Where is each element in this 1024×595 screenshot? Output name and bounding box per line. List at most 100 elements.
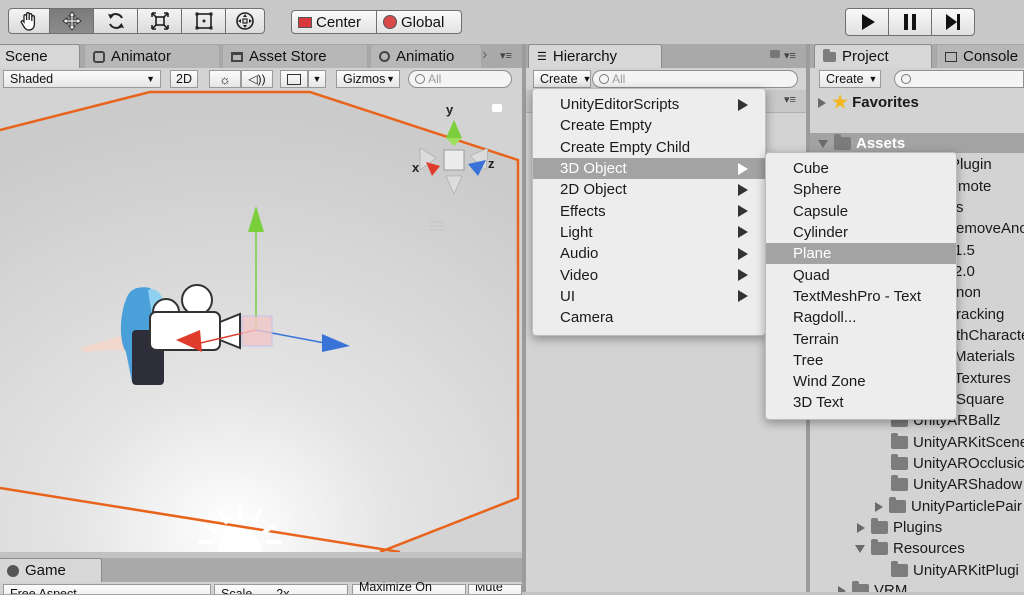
hierarchy-search-input[interactable]: All (592, 70, 798, 88)
submenu-item-plane[interactable]: Plane (766, 243, 956, 265)
assets-label: Assets (856, 135, 906, 152)
maximize-on-play-toggle[interactable]: Maximize On Play (352, 582, 466, 594)
scene-search-input[interactable]: All (408, 70, 512, 88)
project-row-partial[interactable]: emoveAnc (956, 218, 1024, 239)
project-row[interactable]: VRM (838, 580, 907, 592)
submenu-item-wind-zone[interactable]: Wind Zone (766, 371, 956, 392)
project-row[interactable]: UnityAROcclusic (891, 453, 1024, 474)
menu-item-create-empty[interactable]: Create Empty (533, 115, 765, 136)
project-control-bar: Create ▼ (810, 68, 1024, 91)
submenu-item-capsule[interactable]: Capsule (766, 201, 956, 222)
project-row-partial[interactable]: Square (956, 389, 1004, 410)
project-row-partial[interactable]: non (956, 282, 981, 303)
3d-object-submenu: Cube Sphere Capsule Cylinder Plane Quad … (765, 152, 957, 420)
move-arrows-icon (61, 11, 82, 31)
submenu-item-tree[interactable]: Tree (766, 350, 956, 371)
gizmo-z-label: z (488, 156, 495, 171)
rect-tool-button[interactable] (181, 8, 226, 34)
project-row[interactable]: UnityARKitPlugi (891, 560, 1019, 581)
expand-arrow-icon[interactable] (857, 522, 865, 533)
project-row-partial[interactable]: s (956, 197, 964, 218)
tab-console[interactable]: Console (936, 44, 1024, 68)
hierarchy-create-button[interactable]: Create ▼ (533, 70, 591, 88)
tab-animator[interactable]: Animator (84, 44, 220, 68)
panel-menu-icon[interactable]: ▾≡ (500, 49, 512, 62)
step-button[interactable] (931, 8, 975, 36)
aspect-dropdown[interactable]: Free Aspect (3, 584, 211, 594)
expand-arrow-icon[interactable] (875, 501, 883, 512)
scene-menu-icon[interactable]: ▾≡ (784, 93, 796, 106)
tab-asset-store[interactable]: Asset Store (222, 44, 368, 68)
scale-tool-button[interactable] (137, 8, 182, 34)
rotate-tool-button[interactable] (93, 8, 138, 34)
lock-icon[interactable] (770, 50, 780, 58)
project-row-partial[interactable]: mote (958, 176, 991, 197)
menu-item-2d-object[interactable]: 2D Object (533, 179, 765, 200)
lock-icon[interactable] (492, 104, 502, 112)
menu-item-unityeditorscripts[interactable]: UnityEditorScripts (533, 94, 765, 115)
scene-viewport[interactable]: y x z (0, 90, 522, 552)
effects-toggle[interactable] (280, 70, 308, 88)
2d-toggle[interactable]: 2D (170, 70, 198, 88)
menu-item-effects[interactable]: Effects (533, 201, 765, 222)
submenu-item-ragdoll[interactable]: Ragdoll... (766, 307, 956, 328)
menu-item-create-empty-child[interactable]: Create Empty Child (533, 137, 765, 158)
submenu-item-terrain[interactable]: Terrain (766, 328, 956, 349)
project-row-partial[interactable]: thCharacte (956, 325, 1024, 346)
chevron-right-icon[interactable]: › (482, 46, 487, 64)
gizmos-dropdown[interactable]: Gizmos ▼ (336, 70, 400, 88)
project-row[interactable]: Resources (855, 538, 965, 559)
project-row[interactable]: UnityARKitScene (891, 432, 1024, 453)
tab-game[interactable]: Game (0, 558, 102, 582)
project-search-input[interactable] (894, 70, 1024, 88)
tab-animation[interactable]: Animatio (370, 44, 482, 68)
menu-item-light[interactable]: Light (533, 222, 765, 243)
expand-arrow-icon[interactable] (838, 585, 846, 592)
submenu-item-quad[interactable]: Quad (766, 265, 956, 286)
project-create-button[interactable]: Create ▼ (819, 70, 881, 88)
collapse-arrow-icon[interactable] (855, 544, 865, 553)
hand-tool-button[interactable] (8, 8, 50, 34)
move-tool-button[interactable] (49, 8, 94, 34)
menu-item-audio[interactable]: Audio (533, 243, 765, 264)
audio-toggle[interactable]: ◁)) (241, 70, 273, 88)
assets-row[interactable]: Assets (818, 133, 905, 154)
menu-item-ui[interactable]: UI (533, 286, 765, 307)
submenu-item-3d-text[interactable]: 3D Text (766, 392, 956, 413)
image-icon (287, 73, 301, 85)
project-row[interactable]: UnityARShadow (891, 474, 1022, 495)
scale-slider[interactable]: Scale 2x (214, 584, 348, 594)
tab-scene[interactable]: Scene (0, 44, 80, 68)
tab-project[interactable]: Project (814, 44, 932, 68)
effects-dropdown[interactable]: ▼ (308, 70, 326, 88)
panel-menu-icon[interactable]: ▾≡ (784, 49, 796, 62)
favorites-row[interactable]: ★ Favorites (818, 92, 919, 113)
project-row-partial[interactable]: racking (956, 304, 1004, 325)
project-row-partial[interactable]: Materials (954, 346, 1015, 367)
project-row-partial[interactable]: 2.0 (954, 261, 975, 282)
transform-tool-button[interactable] (225, 8, 265, 34)
pause-button[interactable] (888, 8, 932, 36)
project-row[interactable]: Plugins (857, 517, 942, 538)
tab-hierarchy[interactable]: ☰ Hierarchy (528, 44, 662, 68)
project-row[interactable]: UnityParticlePair (875, 496, 1022, 517)
space-global-toggle[interactable]: Global (376, 10, 462, 34)
pivot-center-toggle[interactable]: Center (291, 10, 377, 34)
submenu-item-sphere[interactable]: Sphere (766, 179, 956, 200)
main-toolbar: Center Global (0, 0, 1024, 45)
menu-item-3d-object[interactable]: 3D Object (533, 157, 765, 180)
project-row-partial[interactable]: 1.5 (954, 240, 975, 261)
console-icon (945, 51, 957, 62)
play-button[interactable] (845, 8, 889, 36)
mute-audio-toggle[interactable]: Mute Au (468, 584, 522, 594)
submenu-item-textmeshpro-text[interactable]: TextMeshPro - Text (766, 286, 956, 307)
lighting-toggle[interactable]: ☼ (209, 70, 241, 88)
submenu-item-cube[interactable]: Cube (766, 158, 956, 179)
menu-item-video[interactable]: Video (533, 264, 765, 285)
step-icon (946, 14, 960, 30)
menu-item-camera[interactable]: Camera (533, 307, 765, 328)
shading-mode-dropdown[interactable]: Shaded ▼ (3, 70, 161, 88)
project-row-partial[interactable]: Textures (954, 368, 1011, 389)
submenu-item-cylinder[interactable]: Cylinder (766, 222, 956, 243)
game-tab-row: Game (0, 558, 522, 582)
